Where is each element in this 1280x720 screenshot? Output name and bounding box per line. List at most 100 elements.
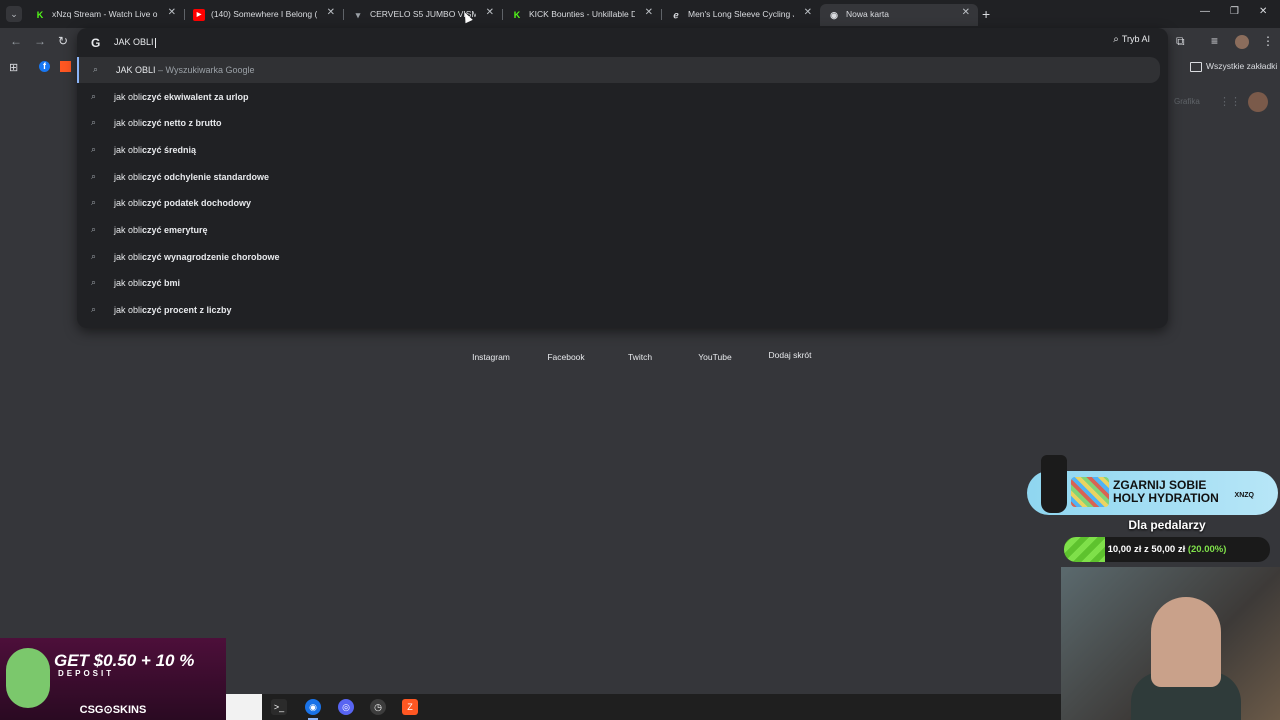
- omnibox-dropdown: G JAK OBLI ⌕ Tryb AI ⌕ JAK OBLI – Wyszuki…: [77, 28, 1168, 328]
- suggestion-item[interactable]: ⌕ jak obliczyć ekwiwalent za urlop: [77, 84, 1168, 110]
- tab-title: xNzq Stream - Watch Live on K: [52, 9, 158, 19]
- suggestion-item[interactable]: ⌕ jak obliczyć bmi: [77, 270, 1168, 296]
- suggestion-text: jak obliczyć emeryturę: [114, 225, 208, 235]
- chrome-taskbar-icon[interactable]: ◉: [305, 699, 321, 715]
- kick-icon: K: [36, 10, 44, 20]
- text-caret: [154, 37, 156, 48]
- apps-grid-icon[interactable]: ⊞: [9, 61, 18, 74]
- terminal-icon[interactable]: >_: [271, 699, 287, 715]
- profile-avatar[interactable]: [1235, 35, 1249, 49]
- shortcut-label: Twitch: [627, 352, 653, 362]
- google-g-icon: G: [91, 36, 101, 50]
- search-icon: ⌕: [91, 304, 97, 314]
- extensions-icon[interactable]: ⧉: [1176, 34, 1185, 49]
- media-controls-icon[interactable]: ≡: [1211, 34, 1218, 48]
- brand-icon: ℯ: [673, 10, 679, 20]
- suggestion-prefix: jak obli: [114, 198, 143, 208]
- shortcut-instagram[interactable]: Instagram: [456, 322, 526, 362]
- taskbar-blank-app[interactable]: [226, 694, 262, 720]
- shortcut-youtube[interactable]: YouTube: [680, 322, 750, 362]
- tab-xnzq-stream[interactable]: K xNzq Stream - Watch Live on K ✕: [26, 4, 184, 26]
- suggestion-prefix: jak obli: [114, 145, 143, 155]
- restore-icon[interactable]: ❐: [1230, 6, 1239, 17]
- tab-search-button[interactable]: ⌄: [6, 6, 22, 22]
- promo-graphic: [1071, 477, 1109, 507]
- tab-kick-bounties[interactable]: K KICK Bounties - Unkillable Dem ✕: [503, 4, 661, 26]
- suggestion-item[interactable]: ⌕ jak obliczyć odchylenie standardowe: [77, 164, 1168, 190]
- goal-target: 50,00 zł: [1151, 544, 1186, 555]
- grafika-link[interactable]: Grafika: [1174, 97, 1200, 106]
- search-icon: ⌕: [91, 171, 97, 181]
- suggestion-text: jak obliczyć wynagrodzenie chorobowe: [114, 252, 280, 262]
- google-apps-icon[interactable]: ⋮⋮: [1219, 95, 1241, 108]
- tab-cycling-jersey[interactable]: ℯ Men's Long Sleeve Cycling Jers ✕: [662, 4, 820, 26]
- reload-icon[interactable]: ↻: [58, 34, 68, 48]
- new-tab-plus-icon[interactable]: +: [982, 6, 990, 22]
- close-icon[interactable]: ✕: [486, 7, 494, 18]
- close-icon[interactable]: ✕: [962, 7, 970, 18]
- suggestion-completion: czyć średnią: [142, 145, 197, 155]
- all-bookmarks-button[interactable]: Wszystkie zakładki: [1190, 61, 1277, 72]
- suggestion-completion: czyć odchylenie standardowe: [142, 172, 270, 182]
- app-z-icon[interactable]: Z: [402, 699, 418, 715]
- tab-nowa-karta[interactable]: ◉ Nowa karta ✕: [820, 4, 978, 26]
- sparkle-search-icon: ⌕: [1113, 34, 1119, 45]
- tab-title: KICK Bounties - Unkillable Dem: [529, 9, 635, 19]
- bookmark-icon[interactable]: [60, 61, 71, 72]
- csgoskins-ad: GET $0.50 + 10 % DEPOSIT CSG⊙SKINS: [0, 638, 226, 720]
- suggestion-text: jak obliczyć procent z liczby: [114, 305, 232, 315]
- facebook-bookmark-icon[interactable]: f: [39, 61, 50, 72]
- omnibox-input[interactable]: JAK OBLI: [114, 37, 156, 48]
- suggestion-item[interactable]: ⌕ jak obliczyć średnią: [77, 137, 1168, 163]
- tab-cervelo[interactable]: ▾ CERVELO S5 JUMBO VISMA - V ✕: [344, 4, 502, 26]
- tab-title: Nowa karta: [846, 9, 889, 19]
- search-icon: ⌕: [91, 117, 97, 127]
- back-arrow-icon[interactable]: ←: [10, 34, 22, 48]
- close-icon[interactable]: ✕: [168, 7, 176, 18]
- shortcut-label: Dodaj skrót: [768, 350, 812, 360]
- suggestion-item[interactable]: ⌕ jak obliczyć wynagrodzenie chorobowe: [77, 244, 1168, 270]
- goal-label: Dla pedalarzy: [1128, 518, 1206, 532]
- promo-title: ZGARNIJ SOBIE HOLY HYDRATION: [1113, 479, 1219, 505]
- goal-connector: z: [1141, 544, 1152, 555]
- suggestion-text: jak obliczyć netto z brutto: [114, 118, 222, 128]
- forward-arrow-icon[interactable]: →: [34, 34, 46, 48]
- suggestion-prefix: jak obli: [114, 172, 143, 182]
- suggestion-top[interactable]: ⌕ JAK OBLI – Wyszukiwarka Google: [77, 57, 1160, 83]
- promo-title-line1: ZGARNIJ SOBIE: [1113, 478, 1207, 492]
- speedometer-icon[interactable]: ◷: [370, 699, 386, 715]
- taskbar: >_ ◉ ◎ ◷ Z: [226, 694, 1061, 720]
- suggestion-item[interactable]: ⌕ jak obliczyć emeryturę: [77, 217, 1168, 243]
- shortcut-label: YouTube: [698, 352, 732, 362]
- close-icon[interactable]: ✕: [327, 7, 335, 18]
- folder-icon: [1190, 61, 1202, 72]
- ai-mode-button[interactable]: ⌕ Tryb AI: [1113, 34, 1150, 45]
- suggestion-completion: czyć bmi: [142, 278, 181, 288]
- tab-youtube-somewhere[interactable]: ▶ (140) Somewhere I Belong (Offi ✕: [185, 4, 343, 26]
- goal-current: 10,00 zł: [1107, 544, 1142, 555]
- close-icon[interactable]: ✕: [645, 7, 653, 18]
- promo-tag: XNZQ: [1234, 492, 1254, 499]
- discord-icon[interactable]: ◎: [338, 699, 354, 715]
- ntp-profile-avatar[interactable]: [1248, 92, 1268, 112]
- promo-banner: ZGARNIJ SOBIE HOLY HYDRATION XNZQ: [1027, 455, 1278, 515]
- suggestion-text: jak obliczyć ekwiwalent za urlop: [114, 92, 249, 102]
- suggestion-item[interactable]: ⌕ jak obliczyć podatek dochodowy: [77, 190, 1168, 216]
- close-icon[interactable]: ✕: [804, 7, 812, 18]
- tab-title: (140) Somewhere I Belong (Offi: [211, 9, 317, 19]
- suggestion-item[interactable]: ⌕ jak obliczyć netto z brutto: [77, 110, 1168, 136]
- search-icon: ⌕: [91, 251, 97, 261]
- shortcut-facebook[interactable]: Facebook: [531, 322, 601, 362]
- search-icon: ⌕: [91, 144, 97, 154]
- shortcut-label: Instagram: [472, 352, 510, 362]
- tab-strip: ⌄ K xNzq Stream - Watch Live on K ✕ ▶ (1…: [0, 0, 1280, 28]
- cervelo-icon: ▾: [355, 10, 361, 20]
- minimize-icon[interactable]: —: [1200, 6, 1210, 17]
- close-window-icon[interactable]: ✕: [1259, 6, 1267, 17]
- search-icon: ⌕: [91, 91, 97, 101]
- shortcut-twitch[interactable]: Twitch: [605, 322, 675, 362]
- goal-percent: (20.00%): [1187, 544, 1227, 555]
- ad-mascot: [6, 648, 50, 708]
- suggestion-item[interactable]: ⌕ jak obliczyć procent z liczby: [77, 297, 1168, 323]
- kebab-menu-icon[interactable]: ⋮: [1262, 34, 1274, 48]
